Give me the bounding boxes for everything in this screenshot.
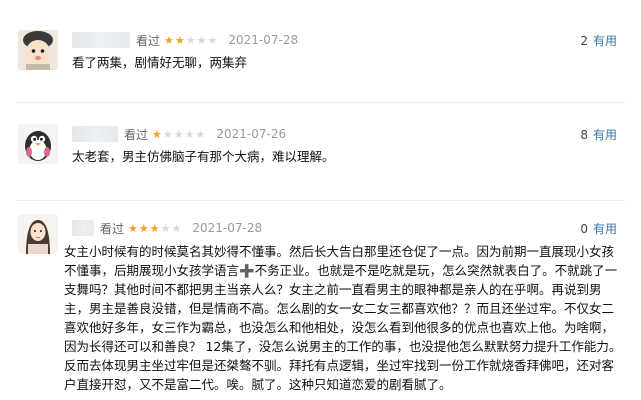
rating-label: 看过 [136,33,161,48]
useful-button[interactable]: 有用 [593,128,617,142]
review-text: 太老套，男主仿佛脑子有那个大病，难以理解。 [72,149,335,164]
star-icon: ★ [164,33,174,47]
star-icon: ★ [149,221,160,235]
woman-avatar-icon [18,214,58,254]
useful-votes: 8 有用 [580,126,617,143]
review-date: 2021-07-28 [228,33,299,47]
review-text: 看了两集，剧情好无聊，两集弃 [72,55,248,70]
star-icon: ★ [195,127,206,141]
review-date: 2021-07-28 [192,221,263,235]
star-rating: ★ ★ ★ ★ ★ [152,129,206,140]
star-icon: ★ [196,33,207,47]
divider [16,102,625,103]
star-icon: ★ [184,127,195,141]
username[interactable] [72,32,130,48]
username[interactable] [72,126,118,142]
star-rating: ★ ★ ★ ★ ★ [128,223,182,234]
star-icon: ★ [174,33,185,47]
star-icon: ★ [128,221,138,235]
useful-votes: 0 有用 [580,220,617,237]
star-icon: ★ [138,221,149,235]
star-icon: ★ [171,221,182,235]
penguin-avatar-icon [18,124,58,164]
review-item: 看过 ★ ★ ★ ★ ★ 2021-07-28 2 有用 看了两集，剧情好无聊，两集弃 [0,0,641,100]
star-icon: ★ [207,33,218,47]
star-icon: ★ [173,127,184,141]
rating-label: 看过 [124,127,149,142]
star-icon: ★ [160,221,171,235]
review-item: 看过 ★ ★ ★ ★ ★ 2021-07-26 8 有用 太老套，男主仿佛脑子有那个大病，… [0,104,641,204]
review-meta: 看过 ★ ★ ★ ★ ★ 2021-07-28 [72,30,298,50]
star-icon: ★ [162,127,173,141]
user-avatar[interactable] [18,124,58,164]
useful-button[interactable]: 有用 [593,34,617,48]
baby-avatar-icon [18,30,58,70]
review-text: 女主小时候有的时候莫名其妙得不懂事。然后长大告白那里还仓促了一点。因为前期一直展… [64,244,622,392]
star-rating: ★ ★ ★ ★ ★ [164,35,218,46]
vote-count: 0 [580,222,588,236]
rating-label: 看过 [100,221,125,236]
vote-count: 2 [580,34,588,48]
star-icon: ★ [185,33,196,47]
divider [16,200,625,201]
vote-count: 8 [580,128,588,142]
user-avatar[interactable] [18,30,58,70]
review-meta: 看过 ★ ★ ★ ★ ★ 2021-07-26 [72,124,286,144]
star-icon: ★ [152,127,162,141]
user-avatar[interactable] [18,214,58,254]
useful-votes: 2 有用 [580,32,617,49]
username[interactable] [72,220,94,236]
review-item: 看过 ★ ★ ★ ★ ★ 2021-07-28 0 有用 女主小时候有的时候莫名其妙得不懂… [0,208,641,400]
review-meta: 看过 ★ ★ ★ ★ ★ 2021-07-28 [72,218,262,238]
review-date: 2021-07-26 [216,127,287,141]
useful-button[interactable]: 有用 [593,222,617,236]
